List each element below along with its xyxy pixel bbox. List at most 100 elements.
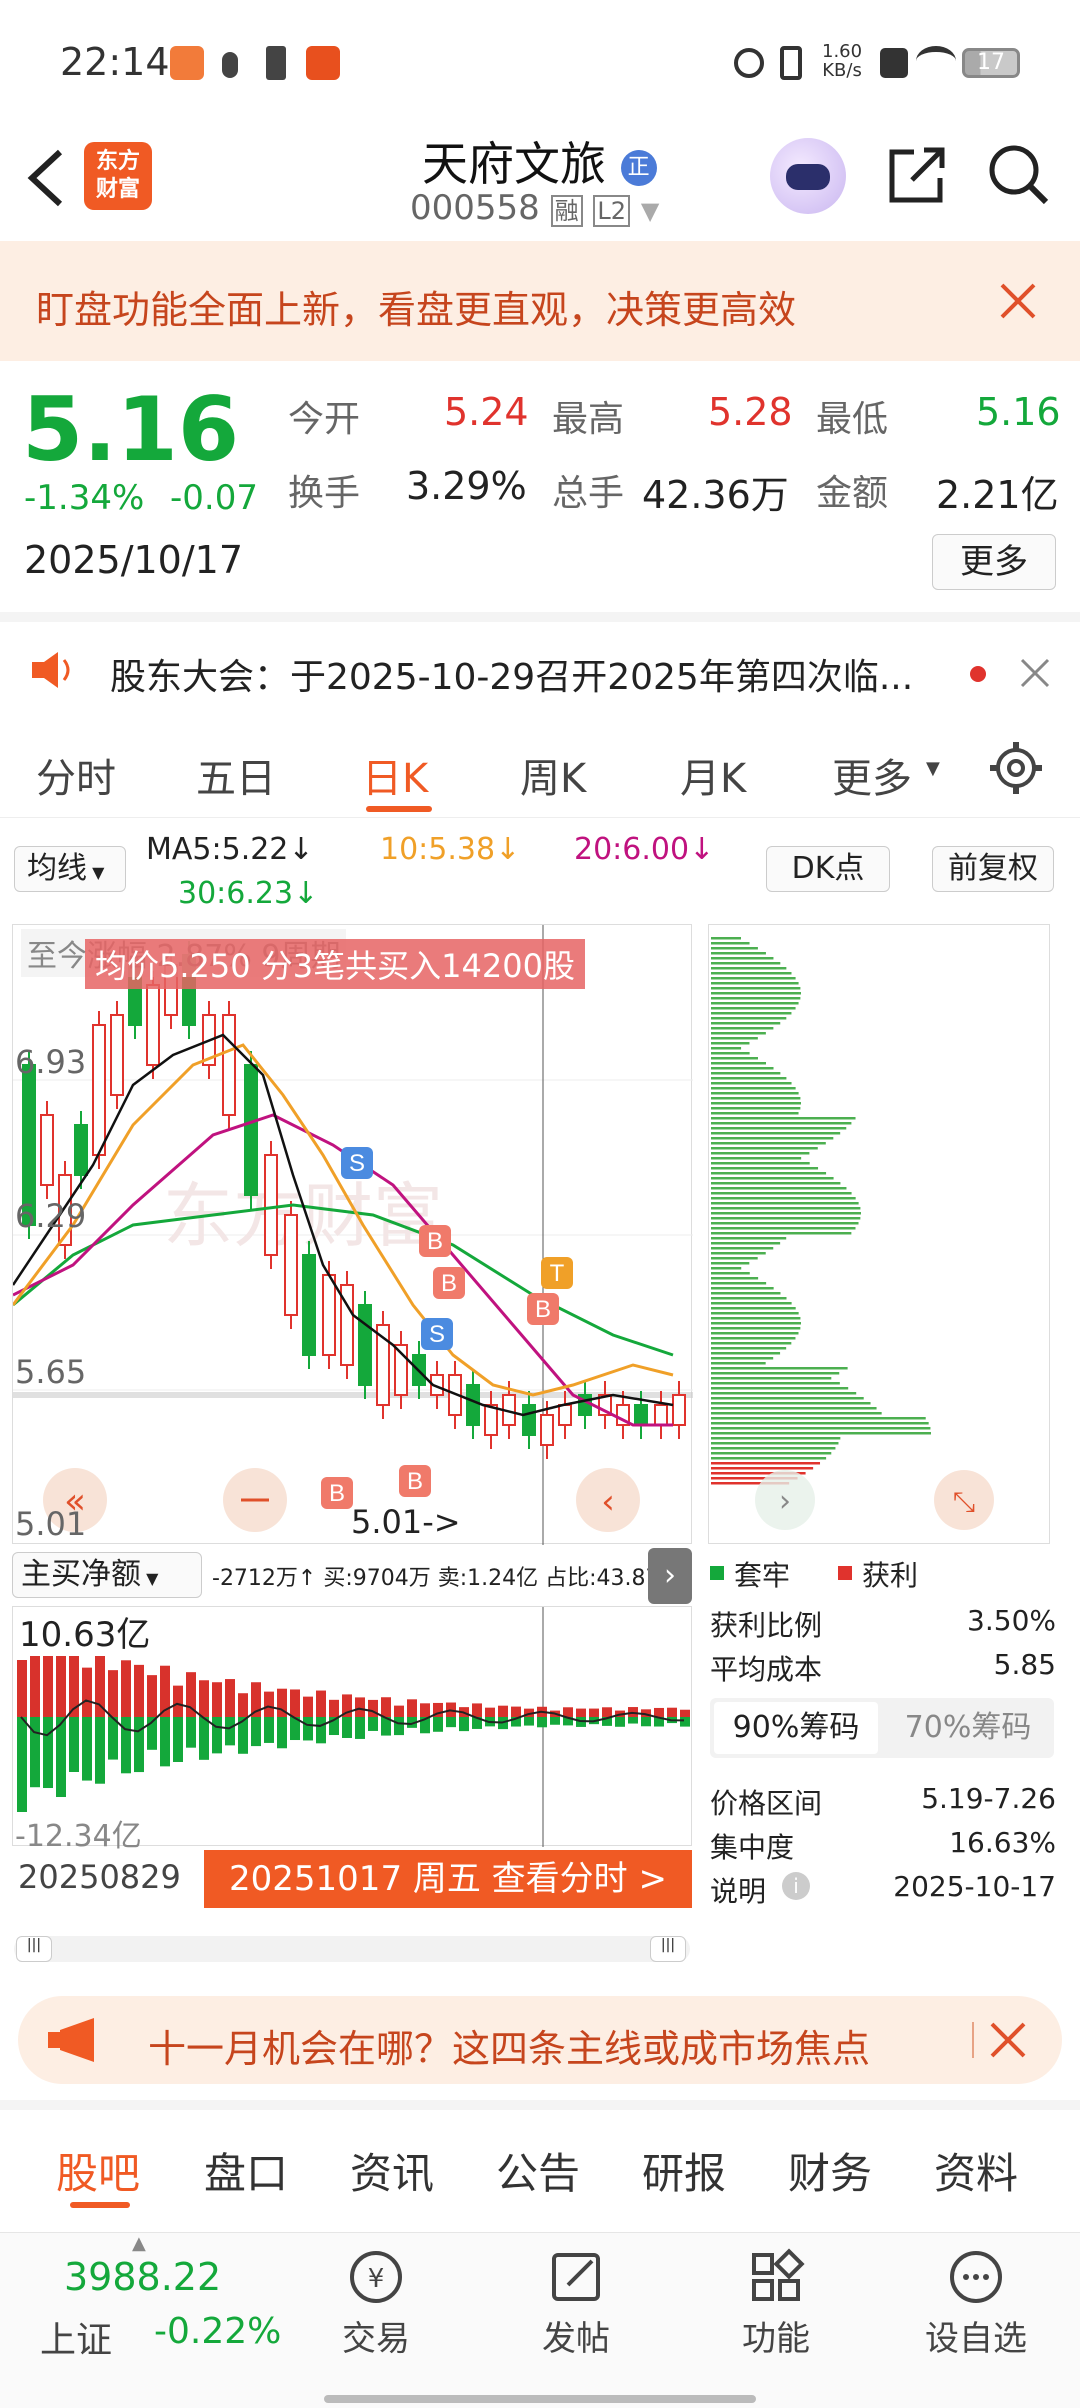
flow-bar-sell (134, 1717, 144, 1773)
range-scrollbar[interactable]: ||| ||| (14, 1936, 690, 1962)
promo-text: 十一月机会在哪？这四条主线或成市场焦点 (148, 2027, 871, 2071)
chip-bar (711, 992, 801, 995)
tab-monthly-k[interactable]: 月K (680, 746, 746, 804)
tab-pankou[interactable]: 盘口 (204, 2140, 288, 2201)
promo-bar[interactable]: 十一月机会在哪？这四条主线或成市场焦点 (18, 1996, 1062, 2084)
tab-guba[interactable]: 股吧 (56, 2140, 140, 2201)
svg-text:›: › (779, 1484, 791, 1519)
nav-trade[interactable]: ¥ 交易 (330, 2247, 422, 2387)
flow-bar-buy (654, 1707, 664, 1717)
more-quote-button[interactable]: 更多 (932, 534, 1056, 590)
flow-selector[interactable]: 主买净额 ▼ (12, 1552, 202, 1598)
legend-trapped: 套牢 (734, 1559, 791, 1592)
nav-post[interactable]: 发帖 (530, 2247, 622, 2387)
robot-icon (786, 164, 830, 190)
app-logo: 东方 财富 (84, 142, 152, 210)
chip-bar (711, 1447, 836, 1450)
high-label: 最高 (552, 399, 625, 440)
tab-daily-k[interactable]: 日K (362, 746, 428, 804)
index-name: 上证 (40, 2320, 113, 2361)
index-value[interactable]: 3988.22 (64, 2255, 221, 2299)
chip-bar (711, 1282, 767, 1285)
kline-chart[interactable]: 东方财富 S S B B B T B B « ‹ 至今涨幅 2.87% 9周期 … (12, 924, 693, 1545)
nav-function-label: 功能 (742, 2319, 810, 2359)
chip-bar (711, 1107, 801, 1110)
chip-bar (711, 1307, 796, 1310)
share-button[interactable] (884, 142, 950, 208)
unread-dot (970, 666, 986, 682)
candle (264, 1154, 278, 1256)
stock-code-row[interactable]: 000558 融 L2 ▼ (410, 188, 659, 228)
chip-bar (711, 977, 796, 980)
search-button[interactable] (986, 142, 1052, 208)
flow-bar-sell (17, 1717, 27, 1812)
tab-more[interactable]: 更多 (832, 746, 912, 804)
chip-bar (711, 1127, 847, 1130)
feature-banner[interactable]: 盯盘功能全面上新，看盘更直观，决策更高效 (0, 241, 1080, 361)
net-speed-value: 1.60 (822, 41, 863, 62)
tab-profile[interactable]: 资料 (934, 2140, 1018, 2201)
chip-bar (711, 957, 774, 960)
chip-bar (711, 1182, 841, 1185)
current-price: 5.16 (22, 378, 240, 481)
chip-bar (711, 1042, 750, 1045)
tab-news[interactable]: 资讯 (350, 2140, 434, 2201)
volume-label: 总手 (552, 473, 625, 514)
chip-bar (711, 1412, 882, 1415)
candle (558, 1404, 572, 1426)
chip-tab-90[interactable]: 90%筹码 (714, 1702, 878, 1754)
chip-bar (711, 1167, 819, 1170)
range-handle-left[interactable]: ||| (16, 1936, 52, 1962)
chip-bar (711, 1272, 750, 1275)
chip-bar (711, 1457, 827, 1460)
tab-weekly-k[interactable]: 周K (520, 746, 586, 804)
more-dots-icon (950, 2251, 1002, 2303)
robot-assistant-button[interactable] (770, 138, 846, 214)
candle (40, 1114, 54, 1186)
quote-panel: 5.16 -1.34% -0.07 2025/10/17 今开 5.24 最高 … (0, 362, 1080, 602)
tab-finance[interactable]: 财务 (788, 2140, 872, 2201)
dk-point-button[interactable]: DK点 (766, 846, 890, 892)
avg-cost-value: 5.85 (993, 1648, 1056, 1681)
low-value: 5.16 (976, 390, 1061, 434)
vibrate-icon (780, 46, 802, 80)
chip-distribution[interactable]: › ⤡ (708, 924, 1050, 1544)
adjust-price-button[interactable]: 前复权 (932, 846, 1054, 892)
chip-bar (711, 1317, 801, 1320)
chip-bar (711, 1387, 849, 1390)
tab-five-day[interactable]: 五日 (196, 746, 276, 804)
view-intraday-button[interactable]: 20251017 周五 查看分时 > (204, 1850, 692, 1908)
notice-bar[interactable]: 股东大会：于2025-10-29召开2025年第四次临... (0, 612, 1080, 716)
promo-close-icon[interactable] (990, 2022, 1026, 2058)
nav-watchlist[interactable]: 设自选 (916, 2247, 1036, 2387)
logo-line1: 东方 (95, 149, 140, 174)
ma-selector[interactable]: 均线 ▼ (14, 846, 126, 892)
banner-close-button[interactable] (998, 281, 1038, 321)
candle (672, 1394, 686, 1426)
tab-intraday[interactable]: 分时 (36, 746, 116, 804)
settings-gear-icon[interactable] (988, 740, 1044, 796)
flow-bar-sell (160, 1717, 170, 1767)
profit-ratio-label: 获利比例 (710, 1609, 823, 1642)
notice-close-icon[interactable] (1020, 658, 1050, 688)
alarm-icon (734, 48, 764, 78)
promo-divider (972, 2022, 974, 2058)
range-handle-right[interactable]: ||| (650, 1936, 686, 1962)
back-button[interactable] (24, 148, 68, 208)
chip-tab-70[interactable]: 70%筹码 (886, 1702, 1050, 1754)
chip-bar (711, 947, 758, 950)
info-icon[interactable]: i (782, 1872, 810, 1900)
chip-bar (711, 1122, 852, 1125)
chip-bar (711, 1187, 847, 1190)
ma5-label: MA5:5.22↓ (146, 832, 314, 867)
notice-text: 股东大会：于2025-10-29召开2025年第四次临... (110, 657, 914, 698)
tab-announce[interactable]: 公告 (496, 2140, 580, 2201)
flow-bar-buy (355, 1697, 365, 1717)
nav-function[interactable]: 功能 (730, 2247, 822, 2387)
chip-tab-70-label: 70%筹码 (904, 1710, 1032, 1745)
flow-bar-sell (251, 1717, 261, 1747)
tab-research[interactable]: 研报 (642, 2140, 726, 2201)
flow-expand-button[interactable]: › (648, 1548, 692, 1604)
flow-chart[interactable]: 10.63亿 -12.34亿 (12, 1606, 692, 1854)
chip-info: 套牢 获利 获利比例 3.50% 平均成本 5.85 90%筹码 70%筹码 价… (708, 1552, 1056, 1922)
